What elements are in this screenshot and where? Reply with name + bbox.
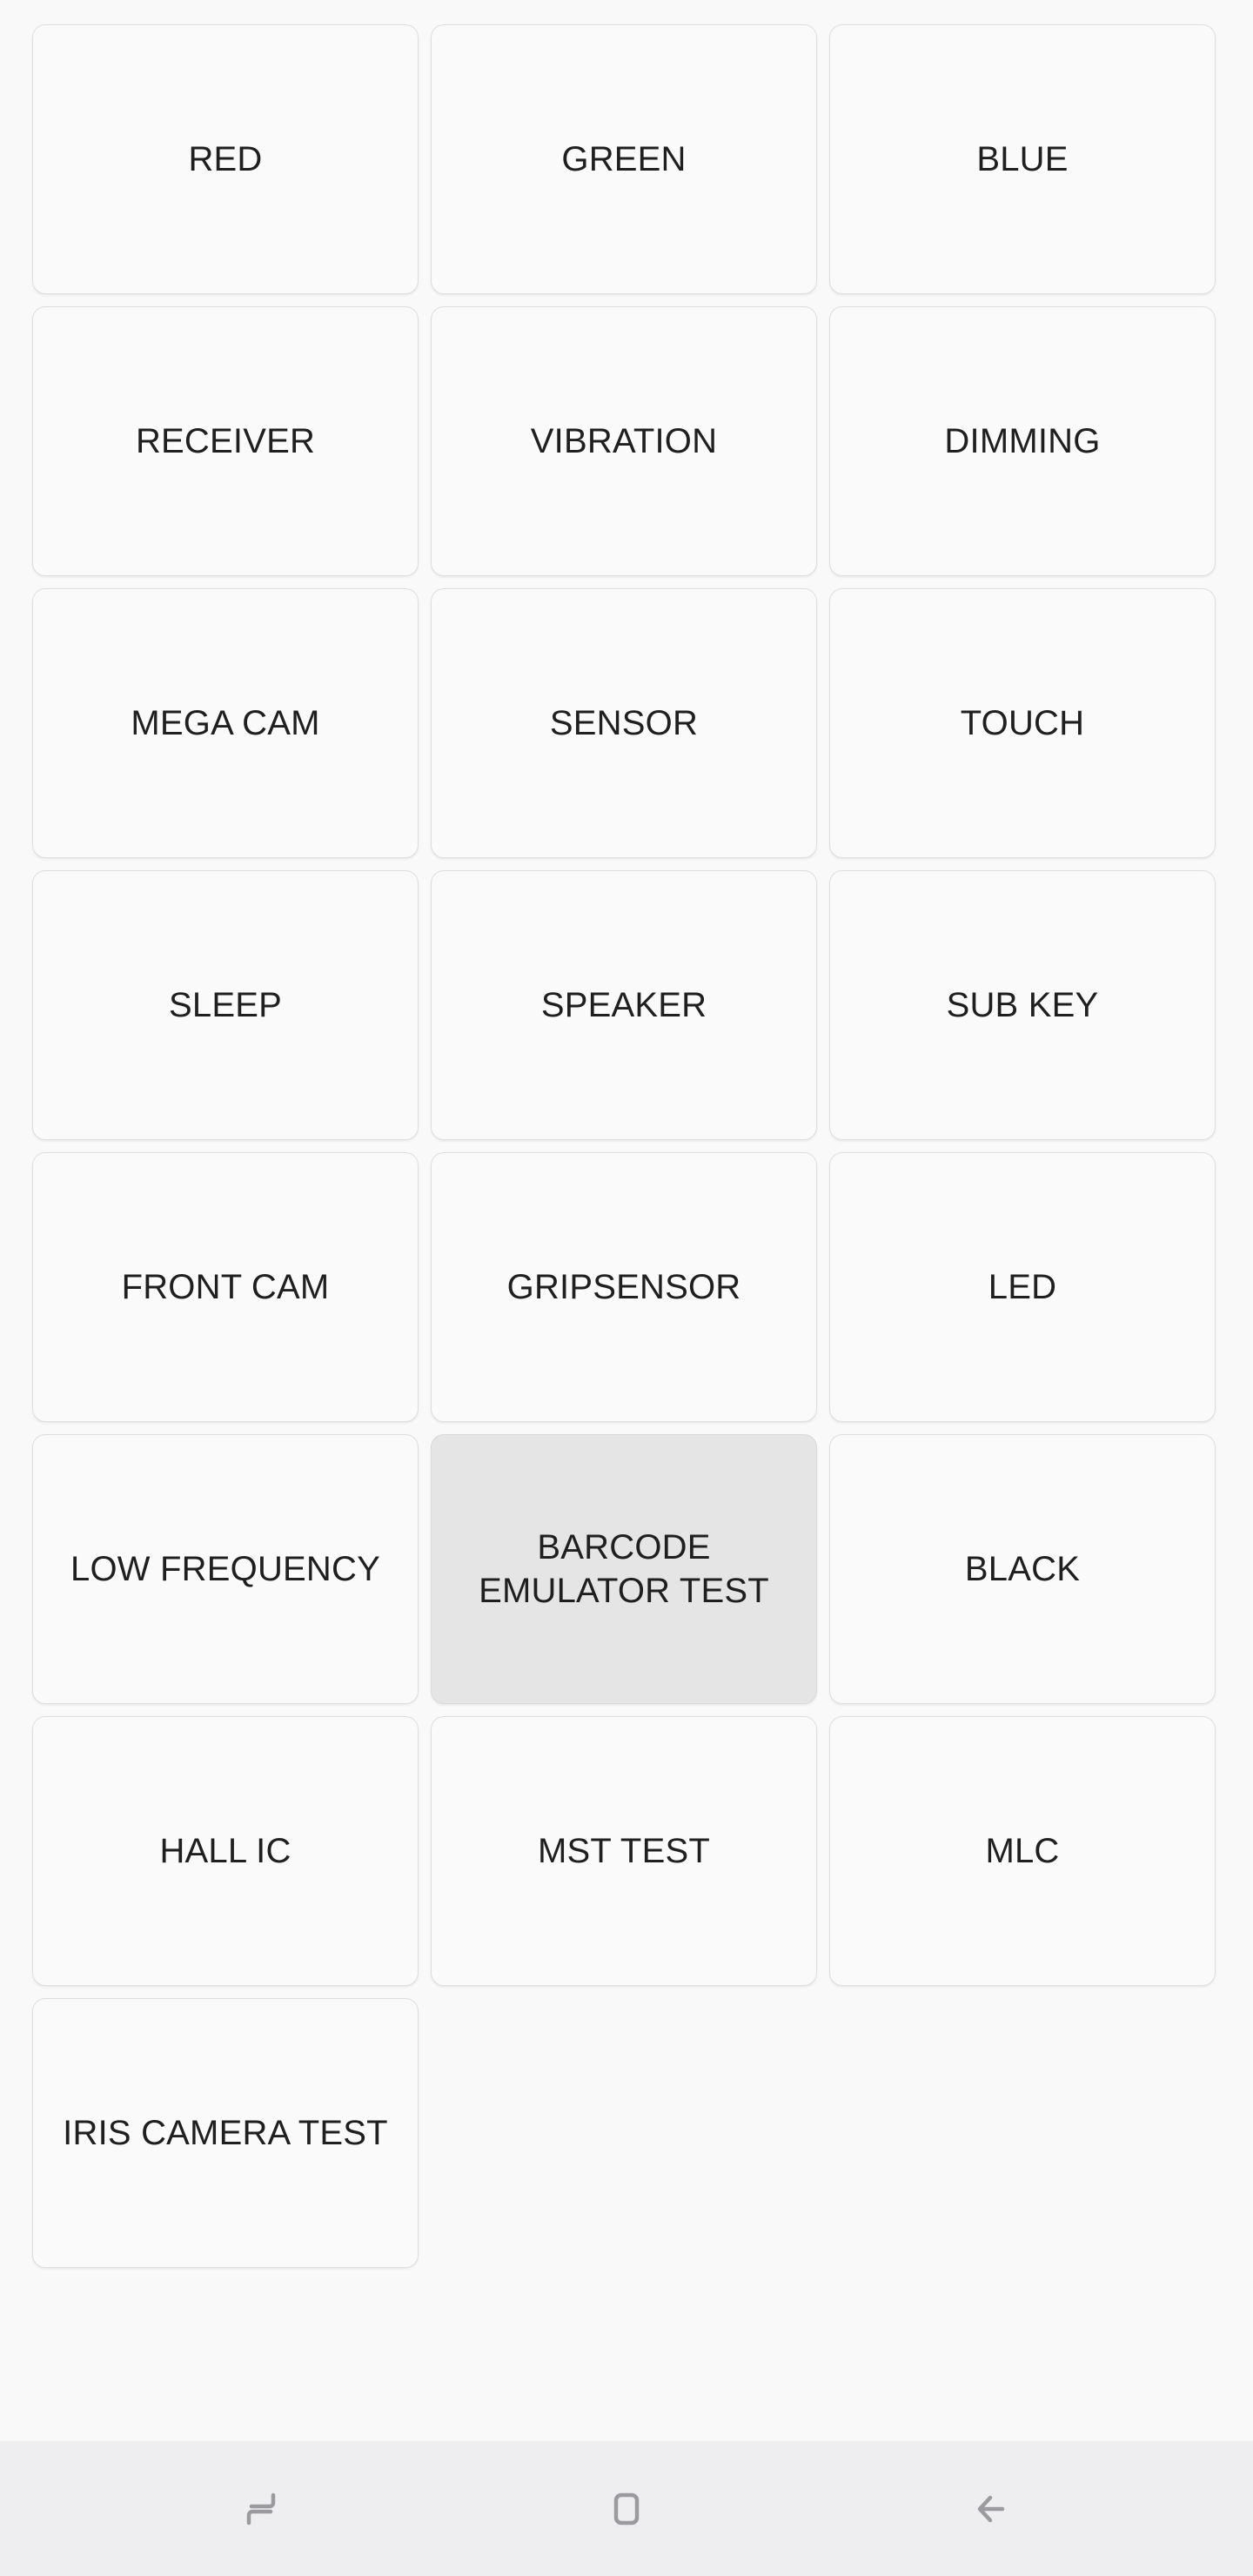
grid-button[interactable]: DIMMING bbox=[829, 306, 1216, 576]
grid-button[interactable]: IRIS CAMERA TEST bbox=[32, 1998, 419, 2268]
grid-button-label: GREEN bbox=[561, 138, 686, 181]
grid-button-label: BLACK bbox=[965, 1547, 1080, 1591]
navigation-bar bbox=[0, 2441, 1253, 2576]
back-icon bbox=[967, 2484, 1017, 2534]
grid-button[interactable]: FRONT CAM bbox=[32, 1152, 419, 1422]
grid-button-label: TOUCH bbox=[961, 701, 1084, 745]
grid-button-label: BLUE bbox=[976, 138, 1068, 181]
grid-button-label: SENSOR bbox=[550, 701, 698, 745]
grid-button-label: MST TEST bbox=[538, 1829, 710, 1873]
grid-button[interactable]: GREEN bbox=[431, 24, 817, 294]
grid-button[interactable]: RECEIVER bbox=[32, 306, 419, 576]
grid-button-label: SUB KEY bbox=[947, 983, 1099, 1027]
grid-button-label: GRIPSENSOR bbox=[507, 1265, 741, 1309]
grid-button[interactable]: LOW FREQUENCY bbox=[32, 1434, 419, 1704]
grid-button-label: FRONT CAM bbox=[122, 1265, 330, 1309]
grid-button[interactable]: VIBRATION bbox=[431, 306, 817, 576]
nav-button-home[interactable] bbox=[539, 2441, 714, 2576]
grid-button[interactable]: SENSOR bbox=[431, 588, 817, 858]
grid-button[interactable]: BLUE bbox=[829, 24, 1216, 294]
grid-button-label: IRIS CAMERA TEST bbox=[63, 2111, 388, 2155]
grid-button-label: DIMMING bbox=[944, 419, 1100, 463]
grid-button-label: MEGA CAM bbox=[131, 701, 319, 745]
grid-button[interactable]: RED bbox=[32, 24, 419, 294]
grid-button-label: VIBRATION bbox=[531, 419, 717, 463]
recents-icon bbox=[236, 2484, 286, 2534]
grid-button-label: SLEEP bbox=[169, 983, 282, 1027]
grid-button[interactable]: BLACK bbox=[829, 1434, 1216, 1704]
grid-button-label: RECEIVER bbox=[136, 419, 315, 463]
grid-button[interactable]: HALL IC bbox=[32, 1716, 419, 1986]
grid-button-label: SPEAKER bbox=[541, 983, 707, 1027]
grid-button[interactable]: MST TEST bbox=[431, 1716, 817, 1986]
grid-button[interactable]: SUB KEY bbox=[829, 870, 1216, 1140]
grid-button[interactable]: SLEEP bbox=[32, 870, 419, 1140]
grid-button-label: LOW FREQUENCY bbox=[70, 1547, 380, 1591]
grid-button[interactable]: LED bbox=[829, 1152, 1216, 1422]
grid-button[interactable]: MEGA CAM bbox=[32, 588, 419, 858]
grid-button-label: BARCODE EMULATOR TEST bbox=[479, 1526, 769, 1613]
grid-button-label: HALL IC bbox=[159, 1829, 291, 1873]
app-root: RED GREEN BLUE RECEIVER VIBRATION DIMMING MEGA… bbox=[0, 0, 1253, 2576]
nav-button-back[interactable] bbox=[905, 2441, 1079, 2576]
grid-button[interactable]: MLC bbox=[829, 1716, 1216, 1986]
nav-button-recents[interactable] bbox=[174, 2441, 348, 2576]
home-icon bbox=[601, 2484, 652, 2534]
grid-button[interactable]: BARCODE EMULATOR TEST bbox=[431, 1434, 817, 1704]
grid-button-label: RED bbox=[188, 138, 262, 181]
grid-button[interactable]: GRIPSENSOR bbox=[431, 1152, 817, 1422]
grid-button[interactable]: TOUCH bbox=[829, 588, 1216, 858]
button-grid: RED GREEN BLUE RECEIVER VIBRATION DIMMING MEGA… bbox=[0, 0, 1253, 2441]
grid-button-label: MLC bbox=[985, 1829, 1059, 1873]
grid-button-label: LED bbox=[988, 1265, 1056, 1309]
grid-button[interactable]: SPEAKER bbox=[431, 870, 817, 1140]
